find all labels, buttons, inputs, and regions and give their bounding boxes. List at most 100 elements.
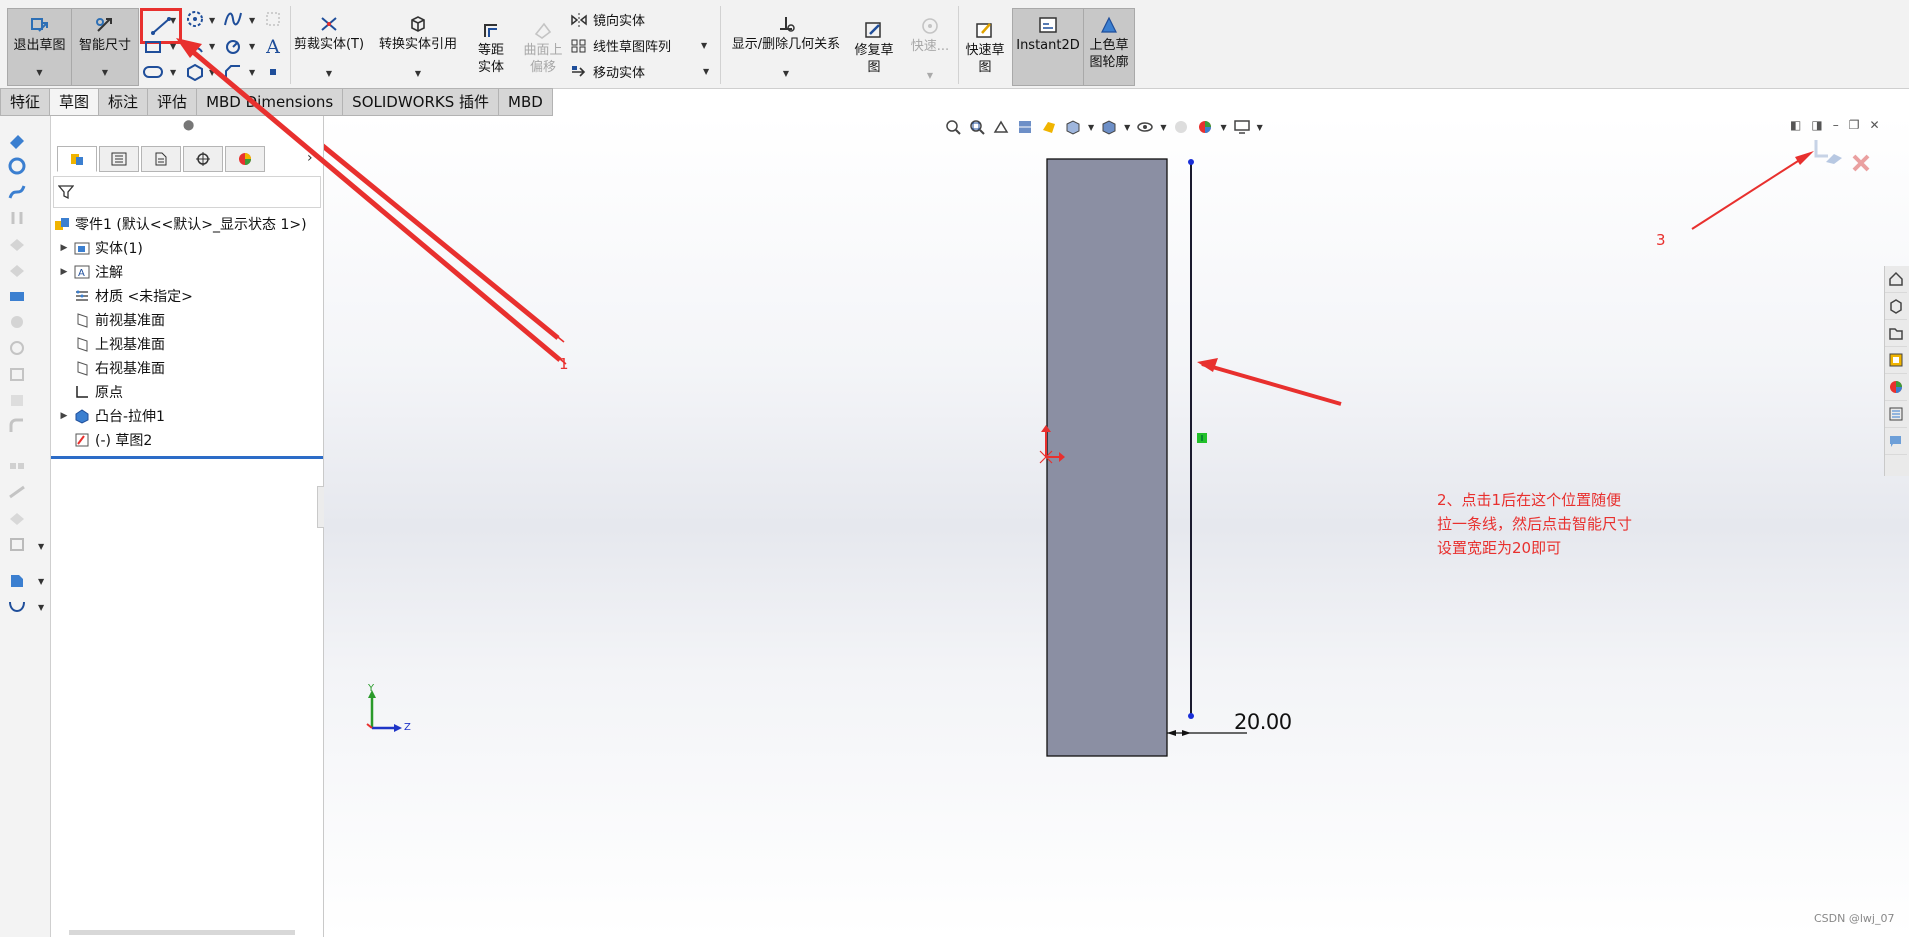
tab-features[interactable]: 特征: [0, 88, 51, 116]
tab-evaluate[interactable]: 评估: [148, 88, 198, 116]
chevron-down-icon[interactable]: ▼: [38, 542, 44, 551]
move-entities-button[interactable]: 移动实体 ▼: [570, 62, 709, 81]
chevron-down-icon[interactable]: ▼: [36, 64, 42, 81]
tab-mbd-dimensions[interactable]: MBD Dimensions: [197, 88, 344, 116]
tree-item-front-plane[interactable]: 前视基准面: [51, 308, 323, 332]
plane-tool-button[interactable]: [260, 8, 286, 30]
swept-cut-icon[interactable]: [6, 338, 28, 358]
tab-mbd[interactable]: MBD: [499, 88, 553, 116]
tree-item-material[interactable]: 材质 <未指定>: [51, 284, 323, 308]
draft-icon[interactable]: [6, 508, 28, 528]
tree-item-sketch2[interactable]: (-) 草图2: [51, 428, 323, 452]
rapid-sketch-button[interactable]: 快速草图: [960, 14, 1010, 84]
tab-feature-tree[interactable]: [57, 146, 97, 172]
chevron-down-icon[interactable]: ▼: [170, 42, 176, 51]
extruded-body[interactable]: [1046, 158, 1168, 757]
chevron-down-icon[interactable]: ▼: [102, 64, 108, 81]
shell-icon[interactable]: [6, 534, 28, 554]
chevron-right-icon[interactable]: ›: [307, 150, 313, 166]
tree-item-top-plane[interactable]: 上视基准面: [51, 332, 323, 356]
boundary-cut-icon[interactable]: [6, 390, 28, 410]
panel-grip-icon[interactable]: ⬤: [183, 120, 194, 131]
tab-solidworks-addins[interactable]: SOLIDWORKS 插件: [343, 88, 500, 116]
chevron-down-icon[interactable]: ▼: [209, 42, 215, 51]
horizontal-scrollbar[interactable]: [69, 930, 295, 935]
chevron-down-icon[interactable]: ▼: [209, 68, 215, 77]
chevron-down-icon[interactable]: ▼: [701, 41, 707, 50]
lofted-cut-icon[interactable]: [6, 364, 28, 384]
chevron-down-icon[interactable]: ▼: [209, 16, 215, 25]
convert-entities-button[interactable]: 转换实体引用 ▼: [370, 8, 466, 84]
tree-item-solid-bodies[interactable]: ▶ 实体(1): [51, 236, 323, 260]
tab-display-manager[interactable]: [225, 146, 265, 172]
extruded-boss-icon[interactable]: [6, 130, 28, 150]
chevron-down-icon[interactable]: ▼: [249, 16, 255, 25]
chevron-down-icon[interactable]: ▼: [249, 68, 255, 77]
tree-item-part[interactable]: 零件1 (默认<<默认>_显示状态 1>): [51, 212, 323, 236]
tree-filter-bar[interactable]: [53, 176, 321, 208]
offset-entities-button[interactable]: 等距实体: [465, 14, 517, 84]
repair-sketch-button[interactable]: 修复草图: [850, 14, 898, 84]
dimension-value[interactable]: 20.00: [1234, 710, 1292, 734]
spline-tool-button[interactable]: [220, 8, 246, 30]
chevron-down-icon[interactable]: ▼: [38, 603, 44, 612]
reference-geometry-icon[interactable]: [6, 571, 28, 591]
chamfer-tool-button[interactable]: [220, 61, 246, 83]
revolved-boss-icon[interactable]: [6, 156, 28, 176]
chevron-down-icon[interactable]: ▼: [703, 67, 709, 76]
expand-arrow-icon[interactable]: ▶: [59, 411, 69, 421]
rectangle-tool-button[interactable]: [140, 36, 166, 58]
chevron-down-icon[interactable]: ▼: [783, 65, 789, 82]
tab-property-manager[interactable]: [99, 146, 139, 172]
circle-tool-button[interactable]: [182, 8, 208, 30]
extruded-cut-icon[interactable]: [6, 260, 28, 280]
chevron-down-icon[interactable]: ▼: [326, 65, 332, 82]
text-tool-button[interactable]: A: [260, 36, 286, 58]
chevron-down-icon[interactable]: ▼: [415, 65, 421, 82]
expand-arrow-icon[interactable]: ▶: [59, 267, 69, 277]
expand-arrow-icon[interactable]: ▶: [59, 243, 69, 253]
rollback-bar[interactable]: [51, 456, 323, 459]
tab-sketch[interactable]: 草图: [50, 88, 100, 116]
instant2d-button[interactable]: Instant2D: [1012, 8, 1084, 86]
slot-tool-button[interactable]: [140, 61, 166, 83]
swept-boss-icon[interactable]: [6, 182, 28, 202]
offset-on-surface-button[interactable]: 曲面上偏移: [518, 14, 568, 84]
trim-entities-button[interactable]: 剪裁实体(T) ▼: [292, 8, 366, 84]
shaded-contours-button[interactable]: 上色草图轮廓: [1083, 8, 1135, 86]
quick-snaps-button[interactable]: 快速... ▼: [902, 10, 958, 84]
exit-sketch-button[interactable]: 退出草图 ▼: [7, 8, 72, 86]
offset-on-surface-icon: [530, 18, 556, 42]
boundary-boss-icon[interactable]: [6, 234, 28, 254]
curves-icon[interactable]: [6, 597, 28, 617]
fillet-icon[interactable]: [6, 416, 28, 436]
mirror-entities-button[interactable]: 镜向实体: [570, 10, 645, 29]
arc-tool-button[interactable]: [182, 36, 208, 58]
smart-dimension-button[interactable]: 智能尺寸 ▼: [71, 8, 139, 86]
tree-item-annotations[interactable]: ▶ A 注解: [51, 260, 323, 284]
graphics-area[interactable]: ▼ ▼ ▼ ▼ ▼ ◧ ◨ – ❐ ✕ 20.00 Y Z 1 2、点击1后在这…: [324, 116, 1909, 937]
tree-item-boss-extrude[interactable]: ▶ 凸台-拉伸1: [51, 404, 323, 428]
tree-item-right-plane[interactable]: 右视基准面: [51, 356, 323, 380]
fillet-tool-button[interactable]: [220, 36, 246, 58]
tab-markup[interactable]: 标注: [99, 88, 149, 116]
tab-dimxpert-manager[interactable]: [183, 146, 223, 172]
chevron-down-icon[interactable]: ▼: [38, 577, 44, 586]
revolved-cut-icon[interactable]: [6, 312, 28, 332]
tab-configuration-manager[interactable]: [141, 146, 181, 172]
chevron-down-icon[interactable]: ▼: [249, 42, 255, 51]
point-tool-button[interactable]: [260, 61, 286, 83]
rib-icon[interactable]: [6, 482, 28, 502]
lofted-boss-icon[interactable]: [6, 208, 28, 228]
linear-pattern-button[interactable]: 线性草图阵列 ▼: [570, 36, 707, 55]
chevron-down-icon[interactable]: ▼: [170, 68, 176, 77]
tree-item-origin[interactable]: 原点: [51, 380, 323, 404]
hole-wizard-icon[interactable]: [6, 286, 28, 306]
sketch-endpoint[interactable]: [1188, 713, 1194, 719]
linear-pattern-icon[interactable]: [6, 456, 28, 476]
display-relations-button[interactable]: 显示/删除几何关系 ▼: [722, 8, 850, 84]
chevron-down-icon[interactable]: ▼: [170, 16, 176, 25]
polygon-tool-button[interactable]: [182, 61, 208, 83]
chevron-down-icon[interactable]: ▼: [927, 67, 933, 84]
sketch-endpoint[interactable]: [1188, 159, 1194, 165]
